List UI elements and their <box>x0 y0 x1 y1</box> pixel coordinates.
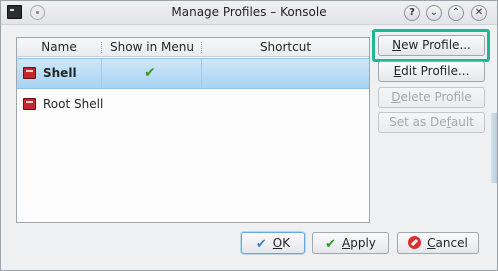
manage-profiles-dialog: Manage Profiles – Konsole ? ⌄ ⌃ ✕ Name S… <box>0 0 498 271</box>
button-label: dit Profile... <box>401 64 470 78</box>
table-row-root-shell[interactable]: Root Shell <box>17 90 369 121</box>
table-header: Name Show in Menu Shortcut <box>17 38 369 57</box>
window-title: Manage Profiles – Konsole <box>171 5 327 19</box>
minimize-icon[interactable]: ⌄ <box>426 5 442 21</box>
terminal-icon <box>23 98 36 110</box>
button-label: ault <box>450 115 474 129</box>
column-header-name[interactable]: Name <box>17 38 101 57</box>
set-as-default-button[interactable]: Set as Default <box>378 112 485 133</box>
column-header-shortcut[interactable]: Shortcut <box>202 38 369 57</box>
mnemonic: O <box>272 236 283 250</box>
cancel-icon <box>408 236 422 249</box>
window-resize-edge[interactable] <box>491 113 497 183</box>
button-label: pply <box>350 236 376 250</box>
apply-check-icon: ✔ <box>325 237 336 252</box>
mnemonic: A <box>342 236 351 250</box>
column-header-show-in-menu[interactable]: Show in Menu <box>102 38 202 57</box>
button-label: ew Profile... <box>401 38 471 52</box>
table-row-shell[interactable]: Shell ✔ <box>17 58 369 89</box>
button-label: elete Profile <box>400 90 472 104</box>
new-profile-button[interactable]: New Profile... <box>378 35 485 56</box>
delete-profile-button[interactable]: Delete Profile <box>378 87 485 108</box>
apply-button[interactable]: ✔ Apply <box>312 232 389 254</box>
cancel-button[interactable]: Cancel <box>397 232 479 254</box>
show-in-menu-check-icon[interactable]: ✔ <box>144 65 156 81</box>
mnemonic: C <box>427 236 436 250</box>
profile-name: Root Shell <box>43 97 104 111</box>
mnemonic: N <box>392 38 402 52</box>
close-icon[interactable]: ✕ <box>471 5 487 21</box>
cell-divider <box>201 59 202 88</box>
button-label: ancel <box>435 236 468 250</box>
button-label: K <box>282 236 291 250</box>
cell-divider <box>101 59 102 88</box>
edit-profile-button[interactable]: Edit Profile... <box>378 61 485 82</box>
help-icon[interactable]: ? <box>404 5 420 21</box>
profile-name: Shell <box>43 66 77 80</box>
title-bar[interactable]: Manage Profiles – Konsole ? ⌄ ⌃ ✕ <box>1 1 497 25</box>
ok-button[interactable]: ✔ OK <box>241 232 305 254</box>
button-label: Set as De <box>389 115 447 129</box>
ok-check-icon: ✔ <box>255 237 267 252</box>
maximize-icon[interactable]: ⌃ <box>448 5 464 21</box>
terminal-icon <box>23 67 36 79</box>
profiles-table[interactable]: Name Show in Menu Shortcut Shell ✔ Root … <box>16 37 370 223</box>
